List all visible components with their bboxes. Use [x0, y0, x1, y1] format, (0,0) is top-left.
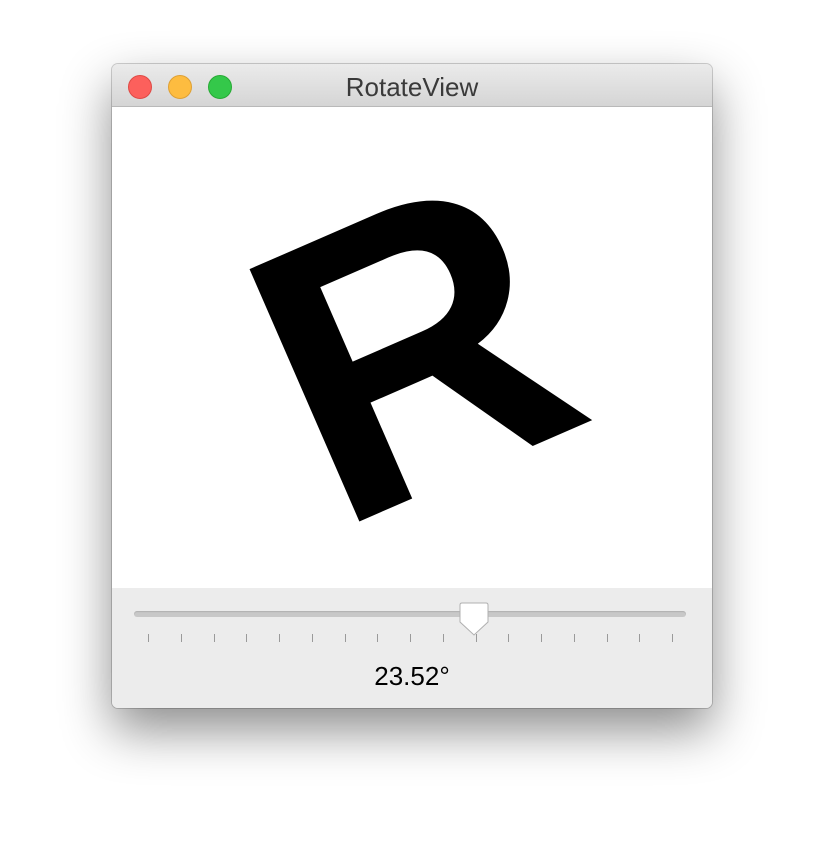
- slider-tick: [377, 634, 379, 642]
- title-bar[interactable]: RotateView: [112, 64, 712, 107]
- slider-tick: [246, 634, 248, 642]
- slider-tick: [606, 634, 608, 642]
- slider-tick: [148, 634, 149, 642]
- slider-tick: [573, 634, 575, 642]
- rotate-canvas: R: [112, 107, 712, 588]
- slider-tick: [672, 634, 673, 642]
- slider-tick: [180, 634, 182, 642]
- slider-tick: [213, 634, 215, 642]
- slider-tick: [344, 634, 346, 642]
- rotation-slider-knob[interactable]: [459, 602, 489, 636]
- slider-tick: [279, 634, 280, 642]
- slider-tick: [541, 634, 542, 642]
- slider-tick: [410, 634, 411, 642]
- slider-tick: [442, 634, 444, 642]
- slider-tick: [508, 634, 510, 642]
- rotated-letter: R: [190, 107, 634, 588]
- rotation-value-label: 23.52°: [374, 661, 450, 691]
- rotate-view-window: RotateView R 23.52°: [112, 64, 712, 708]
- controls-panel: 23.52°: [112, 588, 712, 708]
- slider-tick: [311, 634, 313, 642]
- window-title: RotateView: [345, 72, 479, 102]
- slider-tick: [639, 634, 641, 642]
- rotation-slider-track[interactable]: [134, 611, 686, 617]
